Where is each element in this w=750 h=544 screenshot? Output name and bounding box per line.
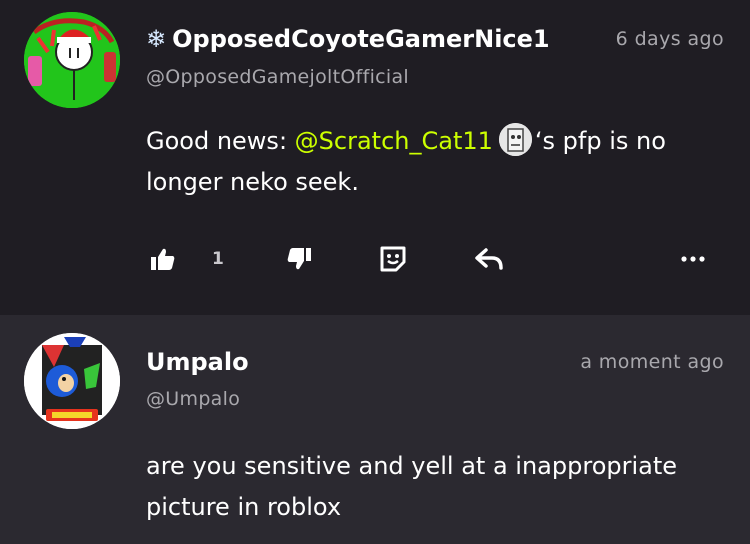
comment-post: Umpalo @Umpalo a moment ago are you sens… — [0, 315, 750, 544]
dislike-button[interactable] — [286, 242, 312, 276]
more-options-button[interactable] — [680, 242, 708, 276]
more-icon — [681, 256, 705, 262]
username-handle[interactable]: @OpposedGamejoltOfficial — [146, 66, 409, 88]
display-name[interactable]: Umpalo — [146, 348, 249, 376]
avatar[interactable] — [24, 333, 120, 429]
action-bar: 1 — [146, 242, 726, 276]
user-mention[interactable]: @Scratch_Cat11 — [295, 127, 493, 155]
body-text: Good news: — [146, 127, 295, 155]
avatar[interactable] — [24, 12, 120, 108]
comment-body: are you sensitive and yell at a inapprop… — [146, 452, 678, 521]
timestamp: a moment ago — [580, 351, 724, 373]
comment-post: ❄ OpposedCoyoteGamerNice1 @OpposedGamejol… — [0, 0, 750, 315]
sticker-icon — [380, 246, 406, 272]
username-handle[interactable]: @Umpalo — [146, 388, 240, 410]
display-name[interactable]: ❄ OpposedCoyoteGamerNice1 — [146, 25, 558, 53]
comment-body: Good news: @Scratch_Cat11 ‘s pfp is no l… — [146, 121, 726, 203]
timestamp: 6 days ago — [615, 28, 724, 50]
like-count: 1 — [212, 249, 224, 269]
reply-icon — [475, 248, 503, 270]
thumbs-down-icon — [287, 248, 311, 270]
reply-button[interactable] — [474, 242, 504, 276]
sticker-button[interactable] — [378, 242, 408, 276]
snowflake-icon: ❄ — [146, 25, 167, 53]
mention-avatar[interactable] — [498, 123, 532, 156]
like-button[interactable] — [150, 242, 176, 276]
thumbs-up-icon — [151, 248, 175, 270]
